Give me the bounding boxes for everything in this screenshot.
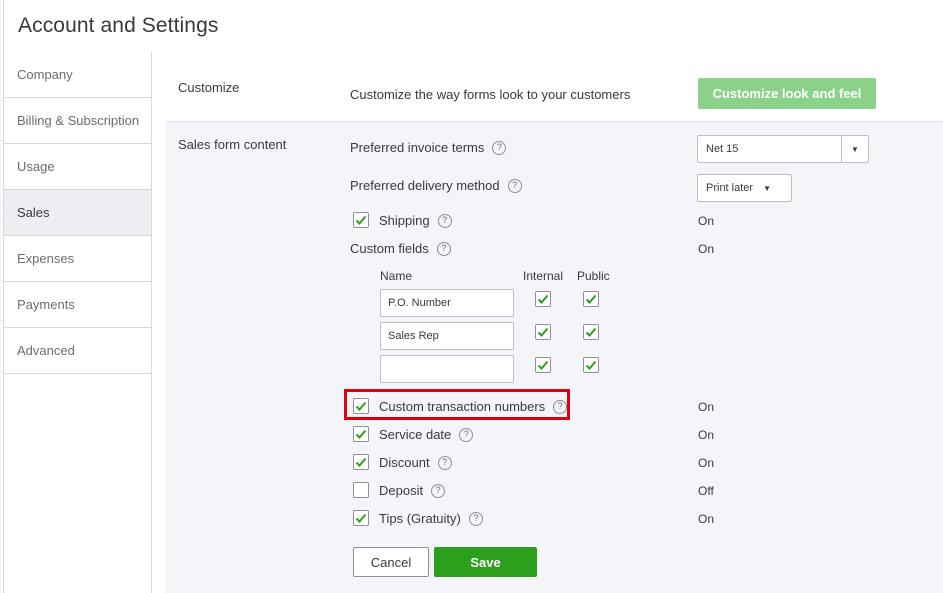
checkmark-icon [585,327,597,337]
custom-field-name-input[interactable] [380,355,514,383]
custom-field-internal-checkbox[interactable] [535,324,551,340]
shipping-status: On [698,214,715,228]
settings-dialog: Account and Settings Company Billing & S… [3,0,943,593]
service-date-checkbox[interactable] [353,426,369,442]
tips-label: Tips (Gratuity) [379,511,461,526]
customize-description: Customize the way forms look to your cus… [350,87,631,102]
delivery-method-value: Print later [706,182,754,194]
custom-field-name-input[interactable] [380,322,514,350]
custom-field-internal-checkbox[interactable] [535,291,551,307]
custom-field-name-input[interactable] [380,289,514,317]
delivery-method-select[interactable]: Print later ▼ [697,174,792,202]
settings-content: Customize Customize the way forms look t… [165,52,943,593]
invoice-terms-row: Preferred invoice terms ? [350,140,507,155]
sales-form-section-label: Sales form content [178,137,287,152]
help-icon[interactable]: ? [468,511,483,526]
customize-look-and-feel-button[interactable]: Customize look and feel [698,78,876,109]
custom-transaction-numbers-checkbox[interactable] [353,398,369,414]
chevron-down-icon[interactable]: ▼ [841,136,868,162]
custom-fields-public-header: Public [577,269,610,283]
deposit-label: Deposit [379,483,424,498]
sidebar-item-expenses[interactable]: Expenses [4,236,151,282]
sidebar-item-company[interactable]: Company [4,52,151,98]
sidebar-item-sales[interactable]: Sales [4,190,151,236]
custom-fields-name-header: Name [380,269,413,283]
custom-field-public-checkbox[interactable] [583,291,599,307]
service-date-status: On [698,428,715,442]
custom-field-internal-checkbox[interactable] [535,357,551,373]
checkmark-icon [537,360,549,370]
help-icon[interactable]: ? [436,241,451,256]
custom-transaction-numbers-label: Custom transaction numbers [379,399,546,414]
sidebar-item-billing[interactable]: Billing & Subscription [4,98,151,144]
tips-row: Tips (Gratuity) ? [379,511,483,526]
deposit-checkbox[interactable] [353,482,369,498]
checkmark-icon [537,327,549,337]
invoice-terms-value: Net 15 [706,143,739,155]
delivery-method-row: Preferred delivery method ? [350,178,522,193]
custom-fields-status: On [698,242,715,256]
help-icon[interactable]: ? [459,427,474,442]
checkmark-icon [585,294,597,304]
delivery-method-label: Preferred delivery method [350,178,500,193]
checkmark-icon [537,294,549,304]
invoice-terms-label: Preferred invoice terms [350,140,485,155]
custom-transaction-numbers-status: On [698,400,715,414]
checkmark-icon [585,360,597,370]
custom-fields-label: Custom fields [350,241,429,256]
cancel-button[interactable]: Cancel [353,547,429,577]
help-icon[interactable]: ? [437,213,452,228]
deposit-row: Deposit ? [379,483,446,498]
caret-down-icon: ▼ [763,183,771,193]
help-icon[interactable]: ? [492,140,507,155]
checkmark-icon [355,215,367,225]
service-date-label: Service date [379,427,452,442]
shipping-label: Shipping [379,213,430,228]
checkmark-icon [355,401,367,411]
custom-fields-row: Custom fields ? [350,241,451,256]
help-icon[interactable]: ? [431,483,446,498]
custom-fields-internal-header: Internal [523,269,564,283]
service-date-row: Service date ? [379,427,474,442]
discount-row: Discount ? [379,455,452,470]
shipping-checkbox[interactable] [353,212,369,228]
save-button[interactable]: Save [434,547,537,577]
sidebar-item-payments[interactable]: Payments [4,282,151,328]
tips-status: On [698,512,715,526]
custom-field-public-checkbox[interactable] [583,324,599,340]
sidebar: Company Billing & Subscription Usage Sal… [4,52,152,593]
checkmark-icon [355,513,367,523]
discount-status: On [698,456,715,470]
sidebar-item-advanced[interactable]: Advanced [4,328,151,374]
customize-section-label: Customize [178,80,240,95]
tips-checkbox[interactable] [353,510,369,526]
customize-section: Customize Customize the way forms look t… [165,52,943,122]
custom-field-public-checkbox[interactable] [583,357,599,373]
help-icon[interactable]: ? [437,455,452,470]
custom-transaction-numbers-row: Custom transaction numbers ? [379,399,568,414]
discount-label: Discount [379,455,430,470]
shipping-row: Shipping ? [379,213,452,228]
deposit-status: Off [698,484,714,498]
checkmark-icon [355,429,367,439]
checkmark-icon [355,457,367,467]
page-title: Account and Settings [18,14,219,37]
invoice-terms-select[interactable]: Net 15 ▼ [697,135,869,163]
discount-checkbox[interactable] [353,454,369,470]
help-icon[interactable]: ? [553,399,568,414]
help-icon[interactable]: ? [507,178,522,193]
sidebar-item-usage[interactable]: Usage [4,144,151,190]
